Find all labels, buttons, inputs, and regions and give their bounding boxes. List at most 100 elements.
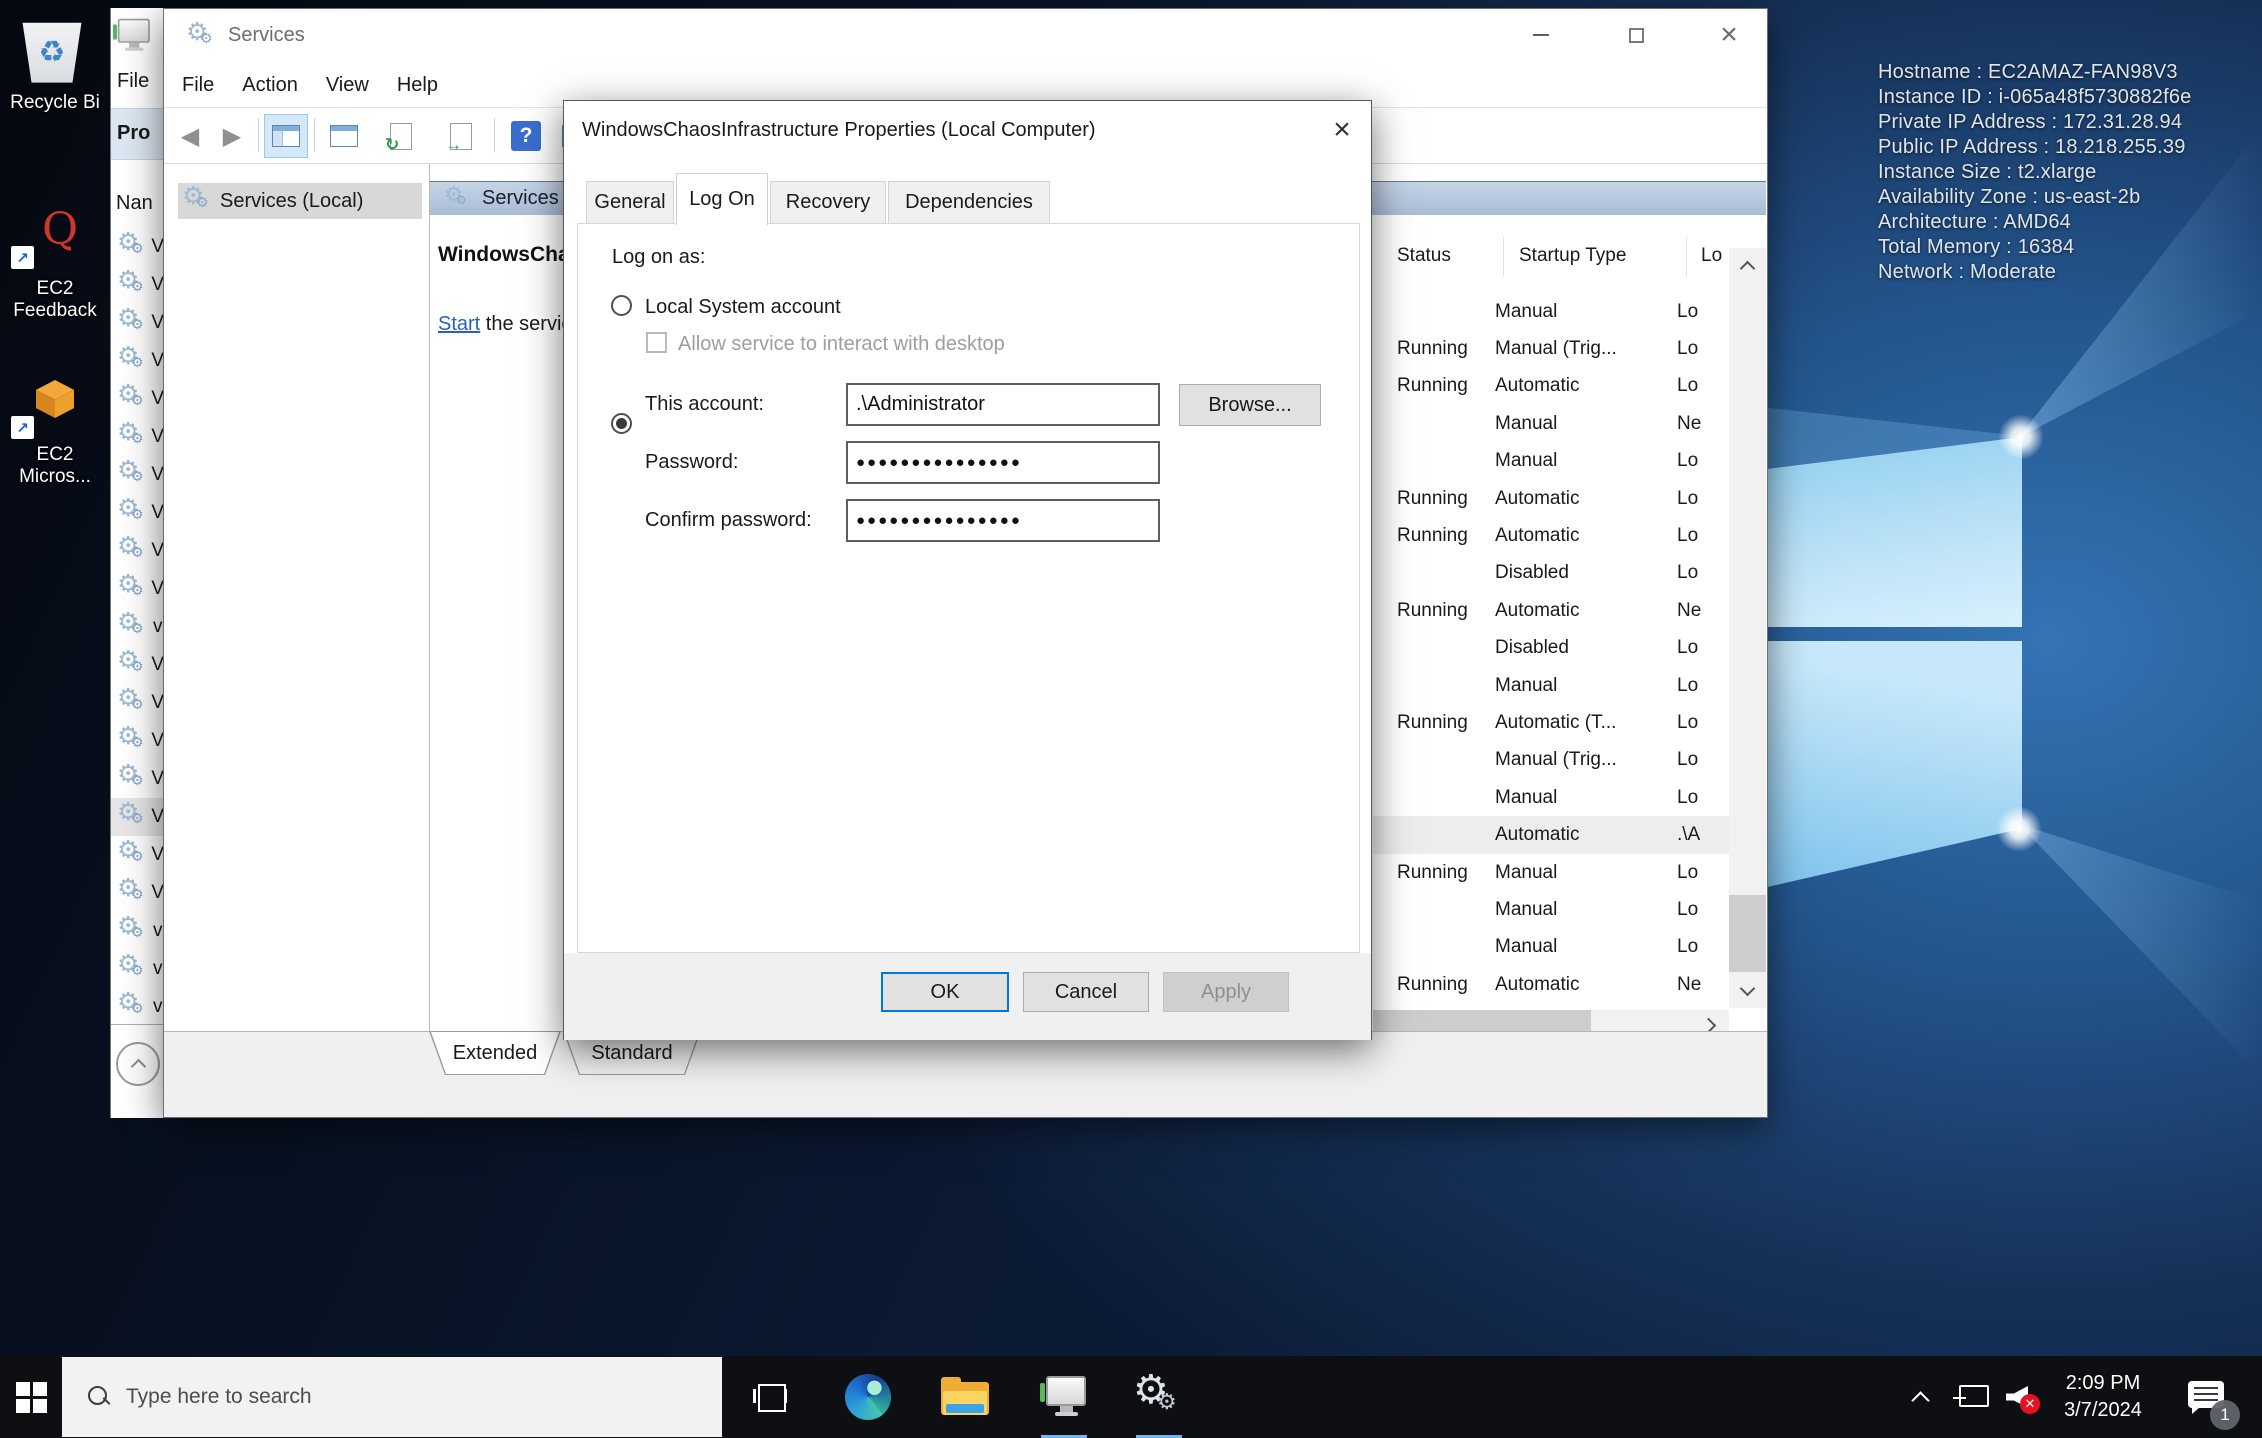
bg-service-row[interactable]: V: [111, 836, 163, 874]
export-list-button[interactable]: →: [439, 114, 483, 158]
service-row[interactable]: ManualLo: [1373, 779, 1729, 816]
this-account-radio[interactable]: [611, 413, 632, 434]
scrollbar-thumb[interactable]: [1373, 1010, 1591, 1031]
service-row[interactable]: DisabledLo: [1373, 630, 1729, 667]
cancel-button[interactable]: Cancel: [1023, 972, 1149, 1012]
service-row[interactable]: RunningAutomaticLo: [1373, 368, 1729, 405]
minimize-button[interactable]: [1508, 13, 1574, 57]
service-row[interactable]: RunningManual (Trig...Lo: [1373, 330, 1729, 367]
service-row[interactable]: ManualLo: [1373, 891, 1729, 928]
scroll-up-circle-button[interactable]: [116, 1042, 160, 1086]
service-row[interactable]: DisabledLo: [1373, 555, 1729, 592]
service-row[interactable]: ManualLo: [1373, 667, 1729, 704]
tab-extended[interactable]: Extended: [429, 1031, 561, 1075]
browse-button[interactable]: Browse...: [1179, 384, 1321, 426]
bg-service-row[interactable]: V: [111, 380, 163, 418]
scroll-up-arrow[interactable]: [1729, 248, 1766, 284]
bg-service-row[interactable]: V: [111, 228, 163, 266]
bg-service-row[interactable]: V: [111, 342, 163, 380]
vertical-scrollbar[interactable]: [1729, 248, 1766, 1008]
menu-file[interactable]: File: [168, 74, 228, 97]
scrollbar-thumb[interactable]: [1729, 895, 1766, 972]
service-row[interactable]: RunningAutomaticNe: [1373, 592, 1729, 629]
scroll-right-arrow[interactable]: [1691, 1010, 1729, 1031]
task-view-button[interactable]: [748, 1356, 792, 1438]
bg-service-row[interactable]: V: [111, 798, 163, 836]
bg-service-row[interactable]: V: [111, 418, 163, 456]
service-row[interactable]: ManualNe: [1373, 405, 1729, 442]
service-row[interactable]: ManualLo: [1373, 929, 1729, 966]
account-input[interactable]: [846, 383, 1160, 426]
column-header-startup-type[interactable]: Startup Type: [1519, 245, 1626, 267]
tab-log-on[interactable]: Log On: [676, 173, 768, 225]
bg-service-row[interactable]: V: [111, 570, 163, 608]
tray-volume[interactable]: ✕: [1998, 1356, 2044, 1438]
bg-service-row[interactable]: V: [111, 874, 163, 912]
start-button[interactable]: [0, 1356, 62, 1438]
tree-item-services-local[interactable]: Services (Local): [178, 183, 422, 219]
bg-service-row[interactable]: V: [111, 646, 163, 684]
apply-button[interactable]: Apply: [1163, 972, 1289, 1012]
allow-desktop-checkbox[interactable]: [646, 332, 667, 353]
dialog-close-button[interactable]: ×: [1319, 109, 1365, 151]
bg-service-row[interactable]: V: [111, 266, 163, 304]
taskbar-services[interactable]: [1133, 1356, 1185, 1438]
tab-general[interactable]: General: [586, 181, 674, 223]
bg-service-row[interactable]: V: [111, 494, 163, 532]
forward-button[interactable]: ▶: [210, 114, 254, 158]
help-button[interactable]: ?: [504, 114, 548, 158]
maximize-button[interactable]: [1603, 13, 1669, 57]
service-row[interactable]: Manual (Trig...Lo: [1373, 742, 1729, 779]
tab-dependencies[interactable]: Dependencies: [888, 181, 1050, 223]
service-row[interactable]: ManualLo: [1373, 293, 1729, 330]
bg-service-row[interactable]: v: [111, 950, 163, 988]
menu-help[interactable]: Help: [383, 74, 452, 97]
service-row[interactable]: RunningAutomaticLo: [1373, 480, 1729, 517]
tray-network[interactable]: [1948, 1356, 1992, 1438]
column-header-status[interactable]: Status: [1397, 245, 1451, 267]
service-row[interactable]: RunningAutomaticLo: [1373, 517, 1729, 554]
confirm-password-input[interactable]: [846, 499, 1160, 542]
close-button[interactable]: ×: [1696, 13, 1762, 57]
service-row[interactable]: RunningManualLo: [1373, 854, 1729, 891]
bg-service-row[interactable]: v: [111, 988, 163, 1026]
tray-clock[interactable]: 2:09 PM 3/7/2024: [2044, 1356, 2162, 1438]
back-button[interactable]: ◀: [168, 114, 212, 158]
action-center-button[interactable]: 1: [2180, 1356, 2236, 1438]
menu-action[interactable]: Action: [228, 74, 312, 97]
taskbar-edge[interactable]: [843, 1356, 893, 1438]
refresh-button[interactable]: ↻: [379, 114, 423, 158]
bg-service-row[interactable]: v: [111, 912, 163, 950]
properties-button[interactable]: [322, 114, 366, 158]
bg-service-row[interactable]: V: [111, 760, 163, 798]
scroll-down-arrow[interactable]: [1729, 972, 1766, 1008]
bg-window-file-menu[interactable]: File: [117, 70, 149, 93]
service-row[interactable]: RunningAutomaticNe: [1373, 966, 1729, 1003]
bg-service-row[interactable]: V: [111, 304, 163, 342]
bg-service-row[interactable]: V: [111, 532, 163, 570]
bg-service-row[interactable]: V: [111, 684, 163, 722]
service-row[interactable]: RunningAutomatic (T...Lo: [1373, 704, 1729, 741]
menu-view[interactable]: View: [312, 74, 383, 97]
taskbar-performance-monitor[interactable]: [1039, 1356, 1089, 1438]
bg-service-row[interactable]: V: [111, 722, 163, 760]
service-row[interactable]: Automatic.\A: [1373, 816, 1729, 853]
bg-service-row[interactable]: v: [111, 608, 163, 646]
bg-window-name-column-header[interactable]: Nan: [116, 192, 153, 215]
show-console-tree-button[interactable]: [264, 114, 308, 158]
taskbar-file-explorer[interactable]: [940, 1356, 990, 1438]
tab-recovery[interactable]: Recovery: [770, 181, 886, 223]
taskbar-search[interactable]: Type here to search: [62, 1357, 722, 1437]
start-service-link[interactable]: Start: [438, 313, 480, 335]
horizontal-scrollbar[interactable]: [1373, 1010, 1729, 1031]
column-header-log-on-as[interactable]: Lo: [1701, 245, 1722, 267]
task-view-icon: [753, 1384, 787, 1410]
local-system-radio[interactable]: [611, 295, 632, 316]
bg-window-pro-button[interactable]: Pro: [111, 108, 163, 160]
ok-button[interactable]: OK: [881, 972, 1009, 1012]
service-row[interactable]: ManualLo: [1373, 443, 1729, 480]
services-title-bar[interactable]: Services ×: [164, 9, 1767, 63]
bg-service-row[interactable]: V: [111, 456, 163, 494]
password-input[interactable]: [846, 441, 1160, 484]
tray-show-hidden-icons[interactable]: [1898, 1356, 1942, 1438]
